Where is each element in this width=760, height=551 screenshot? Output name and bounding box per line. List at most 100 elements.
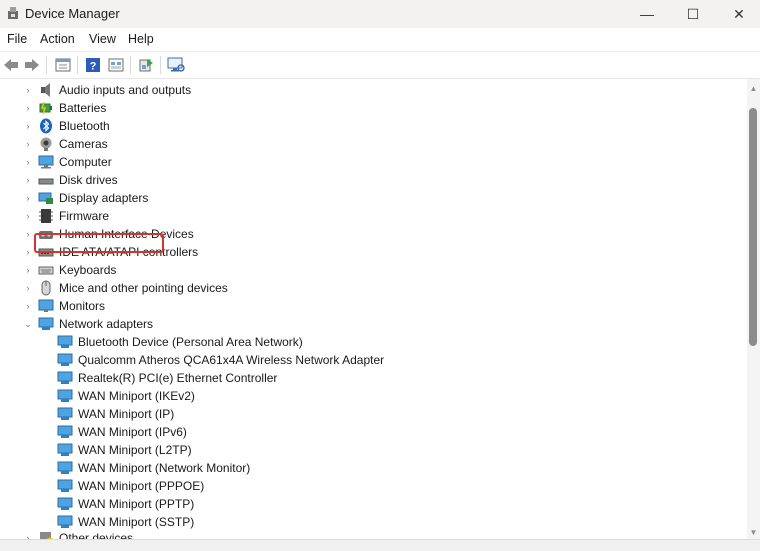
display-adapter-icon [38,192,53,204]
network-adapter-item[interactable]: Qualcomm Atheros QCA61x4A Wireless Netwo… [0,352,746,369]
close-icon: ✕ [733,5,745,22]
tree-item-cameras[interactable]: › Cameras [0,136,746,153]
chevron-right-icon[interactable]: › [23,283,33,293]
device-manager-app-icon [8,7,18,19]
network-adapter-item[interactable]: WAN Miniport (PPPOE) [0,478,746,495]
menu-action[interactable]: Action [40,32,75,46]
network-adapter-icon [38,317,54,330]
tree-item-label: WAN Miniport (Network Monitor) [78,461,251,475]
chevron-right-icon[interactable]: › [23,157,33,167]
tree-item-keyboards[interactable]: › Keyboards [0,262,746,279]
properties-icon [55,58,71,72]
chevron-right-icon[interactable]: › [23,103,33,113]
tree-item-label: Keyboards [59,263,117,277]
scroll-down-icon[interactable]: ▼ [749,528,758,537]
network-adapter-icon [57,461,73,474]
tree-item-firmware[interactable]: › Firmware [0,208,746,225]
tree-item-label: Other devices [59,531,134,539]
help-button[interactable]: ? [83,55,103,75]
chevron-right-icon[interactable]: › [23,85,33,95]
scroll-up-icon[interactable]: ▲ [749,84,758,93]
disk-drive-icon [38,178,54,185]
tree-item-label: WAN Miniport (PPPOE) [78,479,205,493]
tree-item-label: WAN Miniport (IPv6) [78,425,187,439]
tree-item-label: Cameras [59,137,108,151]
update-driver-button[interactable] [136,55,156,75]
back-button[interactable] [1,55,21,75]
chevron-right-icon[interactable]: › [23,139,33,149]
menu-file[interactable]: File [7,32,27,46]
network-adapter-item[interactable]: WAN Miniport (Network Monitor) [0,460,746,477]
tree-item-display-adapters[interactable]: › Display adapters [0,190,746,207]
tree-item-audio[interactable]: › Audio inputs and outputs [0,82,746,99]
forward-button[interactable] [22,55,42,75]
network-adapter-icon [57,407,73,420]
network-adapter-item[interactable]: WAN Miniport (SSTP) [0,514,746,531]
battery-icon [39,101,52,115]
tree-item-label: Qualcomm Atheros QCA61x4A Wireless Netwo… [78,353,385,367]
tree-item-label: Batteries [59,101,107,115]
chevron-right-icon[interactable]: › [23,265,33,275]
tree-item-label: Bluetooth [59,119,110,133]
chevron-right-icon[interactable]: › [23,301,33,311]
scan-hardware-icon [167,57,185,72]
minimize-button[interactable]: — [624,0,670,28]
network-adapter-icon [57,353,73,366]
network-adapter-icon [57,515,73,528]
tree-item-batteries[interactable]: › Batteries [0,100,746,117]
scan-hardware-button[interactable] [166,55,186,75]
network-adapter-icon [57,389,73,402]
toolbar-separator [46,56,47,74]
tree-item-label: WAN Miniport (SSTP) [78,515,195,529]
tree-item-computer[interactable]: › Computer [0,154,746,171]
computer-icon [38,155,54,169]
menu-view[interactable]: View [89,32,116,46]
other-devices-icon [40,532,53,539]
network-adapter-item[interactable]: WAN Miniport (IPv6) [0,424,746,441]
menu-bar: File Action View Help [0,28,760,52]
tree-item-network-adapters[interactable]: ⌄ Network adapters [0,316,746,333]
tree-item-disk-drives[interactable]: › Disk drives [0,172,746,189]
tree-item-monitors[interactable]: › Monitors [0,298,746,315]
network-adapter-item[interactable]: Bluetooth Device (Personal Area Network) [0,334,746,351]
network-adapter-item[interactable]: WAN Miniport (L2TP) [0,442,746,459]
chevron-right-icon[interactable]: › [23,193,33,203]
show-hidden-icon [108,58,124,72]
firmware-icon [39,209,53,223]
chevron-right-icon[interactable]: › [23,175,33,185]
chevron-right-icon[interactable]: › [23,211,33,221]
device-tree[interactable]: › Audio inputs and outputs › Batteries ›… [0,79,746,539]
title-bar: Device Manager — ☐ ✕ [0,0,760,28]
chevron-right-icon[interactable]: › [23,121,33,131]
toolbar-separator [77,56,78,74]
tree-item-label: Network adapters [59,317,154,331]
scrollbar-thumb[interactable] [749,108,757,346]
network-adapter-item[interactable]: WAN Miniport (IP) [0,406,746,423]
network-adapter-item[interactable]: WAN Miniport (IKEv2) [0,388,746,405]
chevron-right-icon[interactable]: › [23,229,33,239]
tree-item-label: WAN Miniport (IKEv2) [78,389,195,403]
toolbar: ? [0,52,760,79]
network-adapters-highlight [34,233,164,253]
window-title: Device Manager [25,6,120,21]
keyboard-icon [38,266,54,275]
menu-help[interactable]: Help [128,32,154,46]
properties-button[interactable] [53,55,73,75]
network-adapter-icon [57,479,73,492]
camera-icon [40,137,52,151]
chevron-down-icon[interactable]: ⌄ [23,319,33,329]
tree-item-bluetooth[interactable]: › Bluetooth [0,118,746,135]
monitor-icon [38,299,54,312]
back-arrow-icon [4,59,18,71]
help-icon: ? [86,58,100,73]
tree-item-mice[interactable]: › Mice and other pointing devices [0,280,746,297]
chevron-right-icon[interactable]: › [23,247,33,257]
tree-item-other-devices[interactable]: › Other devices [0,530,746,539]
network-adapter-item[interactable]: WAN Miniport (PPTP) [0,496,746,513]
show-hidden-button[interactable] [106,55,126,75]
maximize-button[interactable]: ☐ [670,0,716,28]
network-adapter-item[interactable]: Realtek(R) PCI(e) Ethernet Controller [0,370,746,387]
svg-text:?: ? [90,61,97,73]
network-adapter-icon [57,425,73,438]
close-button[interactable]: ✕ [716,0,760,28]
